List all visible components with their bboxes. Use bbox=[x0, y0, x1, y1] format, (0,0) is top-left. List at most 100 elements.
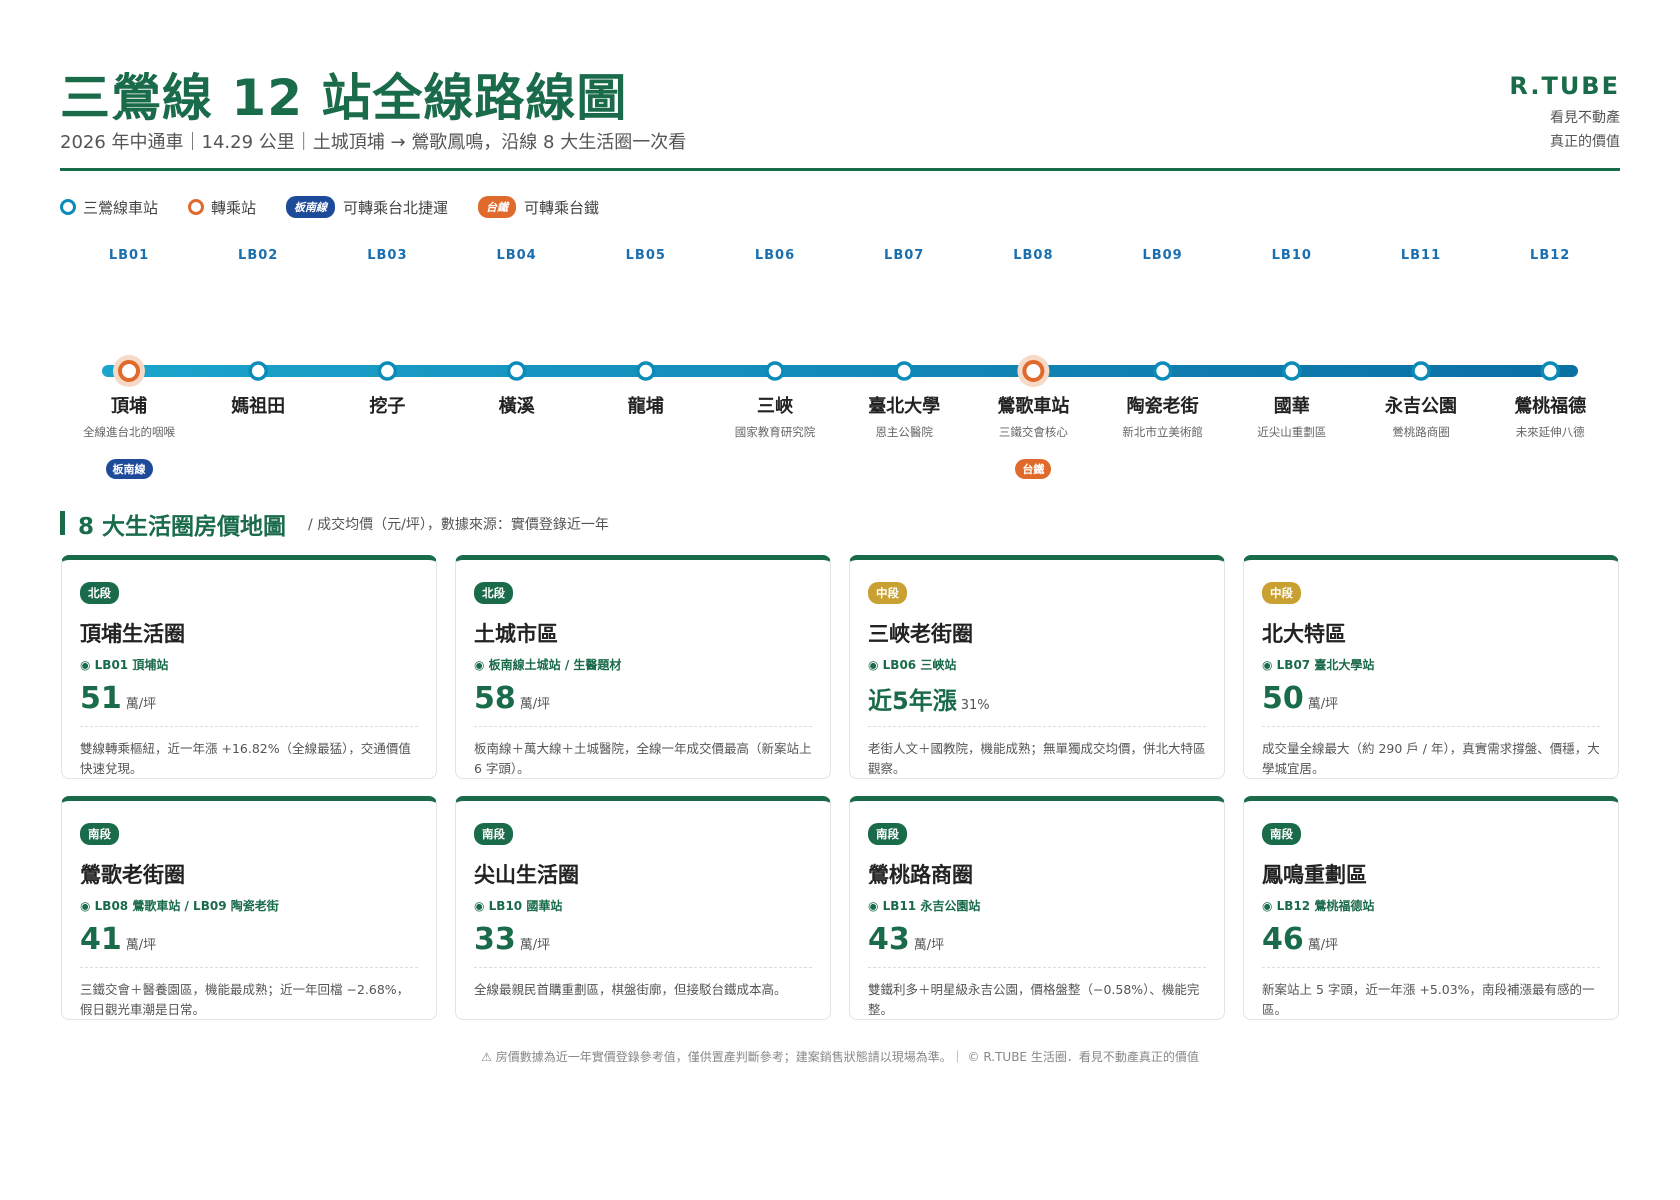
card-description: 老街人文＋國教院，機能成熟；無單獨成交均價，併北大特區觀察。 bbox=[868, 741, 1206, 776]
card-divider bbox=[868, 726, 1206, 727]
station-note: 全線進台北的咽喉 bbox=[83, 425, 175, 439]
legend-mrt-label: 可轉乘台北捷運 bbox=[343, 198, 449, 217]
card-station: ◉ LB01 頂埔站 bbox=[80, 658, 169, 672]
station-label-lb07[interactable]: 臺北大學 恩主公醫院 bbox=[839, 392, 969, 440]
price-value: 43 bbox=[868, 922, 910, 957]
station-code: LB01 bbox=[108, 248, 150, 263]
station-name: 頂埔 bbox=[111, 396, 147, 417]
station-label-lb12[interactable]: 鶯桃福德未來延伸八德 bbox=[1485, 392, 1615, 440]
price-unit: 31% bbox=[960, 698, 990, 713]
legend-mrt: 板南線 可轉乘台北捷運 bbox=[286, 196, 448, 218]
station-node[interactable] bbox=[636, 361, 656, 381]
header-divider bbox=[60, 168, 1620, 171]
station-node[interactable] bbox=[894, 361, 914, 381]
transfer-station-node[interactable] bbox=[1022, 360, 1045, 382]
legend-rail: 台鐵 可轉乘台鐵 bbox=[478, 196, 599, 218]
station-node[interactable] bbox=[377, 361, 398, 381]
brand-name: R.TUBE bbox=[1509, 72, 1620, 100]
legend-rail-label: 可轉乘台鐵 bbox=[524, 198, 600, 217]
price-unit: 萬/坪 bbox=[1307, 697, 1339, 712]
card-station: ◉ LB08 鶯歌車站 / LB09 陶瓷老街 bbox=[80, 899, 279, 913]
price-value: 46 bbox=[1262, 922, 1304, 957]
price-unit: 萬/坪 bbox=[519, 697, 551, 712]
station-note: 新北市立美術館 bbox=[1122, 425, 1203, 439]
price-unit: 萬/坪 bbox=[125, 697, 157, 712]
station-label-lb05[interactable]: 龍埔 bbox=[581, 392, 711, 424]
station-label-lb03[interactable]: 挖子 bbox=[322, 392, 452, 424]
price-unit: 萬/坪 bbox=[913, 938, 945, 953]
card-title: 頂埔生活圈 bbox=[80, 622, 185, 646]
station-node[interactable] bbox=[1540, 361, 1560, 381]
station-label-lb08[interactable]: 鶯歌車站 三鐵交會核心 台鐵 bbox=[968, 392, 1098, 479]
station-name: 挖子 bbox=[369, 396, 406, 417]
station-node[interactable] bbox=[765, 361, 785, 381]
footer-disclaimer: ⚠ 房價數據為近一年實價登錄參考值，僅供置產判斷參考；建案銷售狀態請以現場為準。… bbox=[481, 1050, 1199, 1064]
card-station: ◉ LB11 永吉公園站 bbox=[868, 899, 981, 913]
station-code: LB11 bbox=[1400, 248, 1442, 263]
station-name: 鶯桃福德 bbox=[1514, 396, 1587, 417]
station-label-lb02[interactable]: 媽祖田 bbox=[193, 392, 323, 424]
station-label-lb11[interactable]: 永吉公園 鶯桃路商圈 bbox=[1356, 392, 1486, 440]
card-price: 41 萬/坪 bbox=[80, 922, 418, 957]
station-name: 橫溪 bbox=[498, 396, 535, 417]
station-note: 恩主公醫院 bbox=[875, 425, 933, 439]
station-node[interactable] bbox=[1411, 361, 1431, 381]
price-value: 33 bbox=[474, 922, 516, 957]
station-note: 國家教育研究院 bbox=[734, 425, 816, 439]
price-card[interactable]: 北段 頂埔生活圈 ◉ LB01 頂埔站 51 萬/坪 雙線轉乘樞紐，近一年漲 +16.82… bbox=[61, 555, 437, 779]
station-label-lb06[interactable]: 三峽 國家教育研究院 bbox=[710, 392, 840, 440]
station-dot-icon bbox=[60, 199, 76, 215]
station-name: 鶯歌車站 bbox=[997, 396, 1070, 417]
legend: 三鶯線車站 轉乘站 板南線 可轉乘台北捷運 台鐵 可轉乘台鐵 bbox=[60, 196, 629, 218]
station-node[interactable] bbox=[248, 361, 268, 381]
card-title: 北大特區 bbox=[1262, 622, 1346, 646]
station-note: 未來延伸八德 bbox=[1515, 425, 1585, 439]
price-card[interactable]: 中段 北大特區 ◉ LB07 臺北大學站 50 萬/坪 成交量全線最大（約 290 戶 /… bbox=[1243, 555, 1619, 779]
card-description: 新案站上 5 字頭，近一年漲 +5.03%，南段補漲最有感的一區。 bbox=[1262, 982, 1595, 1017]
card-station: ◉ 板南線土城站 / 生醫題材 bbox=[474, 658, 622, 672]
card-description: 雙鐵利多＋明星級永吉公園，價格盤整（−0.58%）、機能完整。 bbox=[868, 982, 1200, 1017]
station-label-lb09[interactable]: 陶瓷老街 新北市立美術館 bbox=[1098, 392, 1228, 440]
station-code: LB02 bbox=[238, 248, 279, 263]
legend-transfer: 轉乘站 bbox=[188, 197, 256, 218]
card-price: 近5年漲 31% bbox=[868, 681, 1206, 716]
price-value: 近5年漲 bbox=[868, 687, 957, 715]
station-name: 臺北大學 bbox=[868, 396, 941, 417]
card-title: 鶯桃路商圈 bbox=[868, 863, 973, 887]
card-price: 58 萬/坪 bbox=[474, 681, 812, 716]
price-card[interactable]: 北段 土城市區 ◉ 板南線土城站 / 生醫題材 58 萬/坪 板南線＋萬大線＋土城醫院，全… bbox=[455, 555, 831, 779]
station-label-lb01[interactable]: 頂埔全線進台北的咽喉板南線 bbox=[64, 392, 194, 479]
price-card[interactable]: 南段 鶯歌老街圈 ◉ LB08 鶯歌車站 / LB09 陶瓷老街 41 萬/坪 三鐵交會＋… bbox=[61, 796, 437, 1020]
price-card[interactable]: 南段 鳳鳴重劃區 ◉ LB12 鶯桃福德站 46 萬/坪 新案站上 5 字頭，近一年漲 +… bbox=[1243, 796, 1619, 1020]
card-divider bbox=[80, 967, 418, 968]
station-label-lb10[interactable]: 國華 近尖山重劃區 bbox=[1227, 392, 1357, 440]
station-name: 龍埔 bbox=[627, 396, 664, 417]
card-station: ◉ LB06 三峽站 bbox=[868, 658, 957, 672]
station-node[interactable] bbox=[1152, 361, 1173, 381]
card-price: 51 萬/坪 bbox=[80, 681, 418, 716]
price-value: 51 bbox=[80, 681, 122, 716]
price-card[interactable]: 南段 尖山生活圈 ◉ LB10 國華站 33 萬/坪 全線最親民首購重劃區，棋盤街廓，但接… bbox=[455, 796, 831, 1020]
legend-rail-pill: 台鐵 bbox=[478, 196, 517, 218]
station-name: 國華 bbox=[1273, 396, 1310, 417]
price-card[interactable]: 中段 三峽老街圈 ◉ LB06 三峽站 近5年漲 31% 老街人文＋國教院，機能成熟；無單… bbox=[849, 555, 1225, 779]
card-price: 43 萬/坪 bbox=[868, 922, 1206, 957]
route-track bbox=[102, 365, 1578, 377]
station-label-lb04[interactable]: 橫溪 bbox=[452, 392, 582, 424]
transfer-badge: 板南線 bbox=[105, 459, 153, 479]
price-value: 41 bbox=[80, 922, 122, 957]
transfer-station-node[interactable] bbox=[118, 360, 140, 382]
station-name: 永吉公園 bbox=[1385, 396, 1457, 417]
price-value: 50 bbox=[1262, 681, 1304, 716]
transfer-dot-icon bbox=[188, 199, 205, 215]
station-node[interactable] bbox=[1282, 361, 1302, 381]
station-node[interactable] bbox=[506, 361, 527, 381]
card-divider bbox=[80, 726, 418, 727]
price-card[interactable]: 南段 鶯桃路商圈 ◉ LB11 永吉公園站 43 萬/坪 雙鐵利多＋明星級永吉公園，價格盤… bbox=[849, 796, 1225, 1020]
transfer-badge: 台鐵 bbox=[1015, 459, 1052, 479]
price-value: 58 bbox=[474, 681, 516, 716]
station-name: 三峽 bbox=[757, 396, 793, 417]
card-title: 尖山生活圈 bbox=[474, 863, 579, 887]
card-description: 全線最親民首購重劃區，棋盤街廓，但接駁台鐵成本高。 bbox=[474, 982, 787, 997]
price-unit: 萬/坪 bbox=[125, 938, 157, 953]
